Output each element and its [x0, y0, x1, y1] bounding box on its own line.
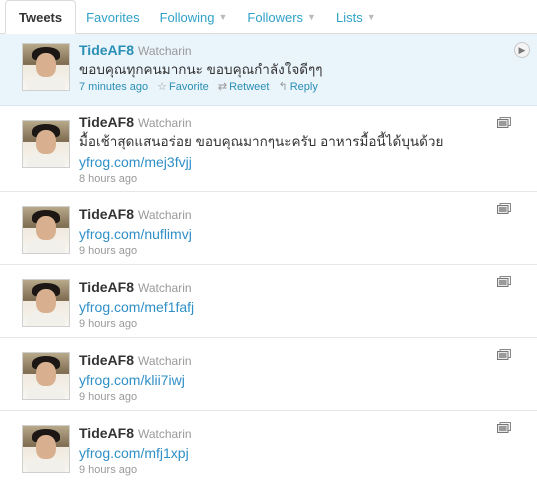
tweet-item[interactable]: TideAF8 Watcharin yfrog.com/nuflimvj 9 ho…	[0, 192, 537, 265]
avatar[interactable]	[22, 43, 70, 91]
reply-button[interactable]: ↰ Reply	[279, 81, 318, 93]
tweet-text: มื้อเช้าสุดแสนอร่อย ขอบคุณมากๆนะครับ อาห…	[79, 134, 444, 149]
avatar[interactable]	[22, 120, 70, 168]
tweet-item[interactable]: TideAF8 Watcharin yfrog.com/mef1fafj 9 ho…	[0, 265, 537, 338]
tweet-author-name[interactable]: TideAF8	[79, 279, 134, 295]
tab-following[interactable]: Following ▼	[150, 1, 238, 33]
tweet-link[interactable]: yfrog.com/klii7iwj	[79, 370, 507, 390]
tweet-item[interactable]: TideAF8 Watcharin มื้อเช้าสุดแสนอร่อย ขอบ…	[0, 106, 537, 192]
tab-lists[interactable]: Lists ▼	[326, 1, 386, 33]
tab-label: Following	[159, 9, 215, 25]
tweet-author-name[interactable]: TideAF8	[79, 42, 134, 58]
tab-label: Lists	[335, 9, 363, 25]
avatar[interactable]	[22, 425, 70, 473]
photo-icon[interactable]	[497, 422, 511, 433]
profile-tabs: Tweets Favorites Following ▼ Followers ▼ L…	[0, 0, 537, 34]
tweet-link[interactable]: yfrog.com/mfj1xpj	[79, 443, 507, 463]
expand-tweet-icon[interactable]: ▶	[514, 42, 530, 58]
tweet-author-name[interactable]: TideAF8	[79, 425, 134, 441]
tweet-author-realname: Watcharin	[137, 427, 192, 441]
chevron-down-icon: ▼	[366, 12, 376, 22]
tweet-timestamp[interactable]: 9 hours ago	[79, 464, 137, 476]
tweet-author-realname: Watcharin	[137, 116, 192, 130]
tweet-link[interactable]: yfrog.com/nuflimvj	[79, 224, 507, 244]
tab-label: Favorites	[86, 9, 140, 25]
tweet-text: ขอบคุณทุกคนมากนะ ขอบคุณกำลังใจดีๆๆ	[79, 62, 323, 77]
photo-icon[interactable]	[497, 349, 511, 360]
tweet-author-realname: Watcharin	[137, 44, 192, 58]
tweet-timestamp[interactable]: 7 minutes ago	[79, 81, 148, 93]
tab-favorites[interactable]: Favorites	[76, 1, 149, 33]
tweet-item[interactable]: TideAF8 Watcharin yfrog.com/klii7iwj 9 ho…	[0, 338, 537, 411]
favorite-label: Favorite	[169, 81, 209, 93]
avatar[interactable]	[22, 352, 70, 400]
tab-followers[interactable]: Followers ▼	[237, 1, 326, 33]
avatar[interactable]	[22, 206, 70, 254]
tweet-link[interactable]: yfrog.com/mej3fvjj	[79, 152, 507, 172]
star-icon: ☆	[157, 81, 168, 93]
tab-tweets[interactable]: Tweets	[5, 0, 77, 34]
chevron-down-icon: ▼	[307, 12, 316, 22]
retweet-label: Retweet	[229, 81, 270, 93]
tweet-author-realname: Watcharin	[137, 281, 192, 295]
tweet-link[interactable]: yfrog.com/mef1fafj	[79, 297, 507, 317]
tweet-timestamp[interactable]: 9 hours ago	[79, 391, 137, 403]
favorite-button[interactable]: ☆ Favorite	[157, 81, 209, 93]
chevron-down-icon: ▼	[218, 12, 228, 22]
tweet-author-realname: Watcharin	[137, 354, 192, 368]
avatar[interactable]	[22, 279, 70, 327]
tweet-timestamp[interactable]: 8 hours ago	[79, 173, 137, 185]
tweet-timestamp[interactable]: 9 hours ago	[79, 318, 137, 330]
tweet-item[interactable]: TideAF8 Watcharin yfrog.com/mfj1xpj 9 hou…	[0, 411, 537, 484]
tweet-item[interactable]: TideAF8 Watcharin ขอบคุณทุกคนมากนะ ขอบคุณ…	[0, 34, 537, 106]
tweet-author-name[interactable]: TideAF8	[79, 114, 134, 130]
tab-label: Followers	[247, 9, 304, 25]
reply-icon: ↰	[278, 81, 288, 93]
photo-icon[interactable]	[497, 203, 511, 214]
photo-icon[interactable]	[497, 276, 511, 287]
photo-icon[interactable]	[497, 117, 511, 128]
retweet-button[interactable]: ⇄ Retweet	[218, 81, 270, 93]
tweet-timestamp[interactable]: 9 hours ago	[79, 245, 137, 257]
tweet-author-name[interactable]: TideAF8	[79, 206, 134, 222]
reply-label: Reply	[289, 81, 318, 93]
tweet-author-realname: Watcharin	[137, 208, 192, 222]
tab-label: Tweets	[19, 9, 63, 25]
tweet-author-name[interactable]: TideAF8	[79, 352, 134, 368]
retweet-icon: ⇄	[217, 81, 228, 93]
